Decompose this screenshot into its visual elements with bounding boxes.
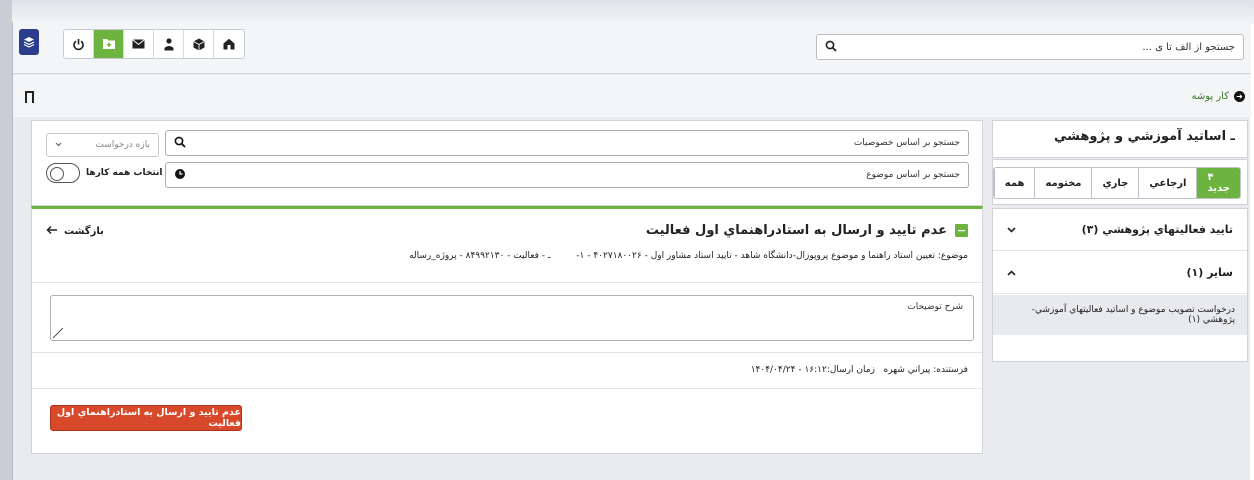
mail-icon[interactable]	[124, 30, 154, 58]
status-tabs: ۴ جديد ارجاعي جاري مختومه همه	[992, 167, 1241, 199]
tab-new[interactable]: ۴ جديد	[1196, 168, 1240, 198]
app-window: جستجو از الف تا ی ... ➜ کار پوشه ـ اساتی…	[12, 22, 1251, 480]
task-card: − عدم تاييد و ارسال به استادراهنماي اول …	[31, 206, 983, 454]
global-search-placeholder: جستجو از الف تا ی ...	[1142, 41, 1235, 53]
top-toolbar: جستجو از الف تا ی ...	[13, 22, 1251, 74]
sidebar-title: ـ اساتید آموزشي و پژوهشي	[992, 120, 1248, 158]
search-properties-placeholder: جستجو بر اساس خصوصيات	[853, 138, 960, 148]
task-card-header: − عدم تاييد و ارسال به استادراهنماي اول …	[32, 209, 982, 283]
search-icon[interactable]	[825, 40, 837, 55]
category-sub-item[interactable]: درخواست تصويب موضوع و اساتيد فعاليتهاي آ…	[993, 295, 1247, 335]
breadcrumb[interactable]: ➜ کار پوشه	[1191, 91, 1245, 102]
layers-icon[interactable]	[19, 29, 39, 55]
search-subject-input[interactable]: جستجو بر اساس موضوع	[165, 162, 969, 188]
chevron-up-icon	[1007, 266, 1016, 279]
toolbar-button-group	[63, 29, 245, 59]
tab-closed[interactable]: مختومه	[1034, 168, 1092, 198]
resize-handle-icon[interactable]	[53, 328, 63, 338]
description-section: شرح توضيحات	[32, 283, 982, 353]
category-label: تاييد فعاليتهاي پژوهشي (۳)	[1081, 223, 1233, 236]
description-textarea[interactable]: شرح توضيحات	[50, 295, 974, 341]
breadcrumb-label: کار پوشه	[1191, 91, 1229, 102]
chevron-down-icon	[55, 140, 62, 150]
back-button[interactable]: بازگشت	[46, 225, 104, 238]
reject-and-send-button[interactable]: عدم تاييد و ارسال به استادراهنماي اول فع…	[50, 405, 242, 431]
arrow-left-icon	[46, 225, 58, 238]
request-range-select[interactable]: بازه درخواست	[46, 133, 159, 157]
bookmark-icon[interactable]	[25, 91, 34, 103]
user-icon[interactable]	[154, 30, 184, 58]
search-subject-placeholder: جستجو بر اساس موضوع	[866, 170, 960, 180]
power-icon[interactable]	[64, 30, 94, 58]
select-all-label: انتخاب همه کارها	[86, 168, 163, 178]
cube-icon[interactable]	[184, 30, 214, 58]
category-label: ساير (۱)	[1186, 266, 1233, 279]
search-properties-input[interactable]: جستجو بر اساس خصوصيات	[165, 130, 969, 156]
category-other[interactable]: ساير (۱)	[993, 252, 1247, 294]
sub-header: ➜ کار پوشه	[13, 75, 1251, 117]
arrow-circle-icon: ➜	[1234, 91, 1245, 102]
request-range-value: بازه درخواست	[95, 140, 150, 150]
task-subject: موضوع: تعيين استاد راهنما و موضوع پروپوز…	[409, 251, 968, 261]
select-all-toggle[interactable]	[46, 163, 80, 183]
folder-add-icon[interactable]	[94, 30, 124, 58]
tab-referred[interactable]: ارجاعي	[1138, 168, 1197, 198]
collapse-icon[interactable]: −	[955, 224, 968, 237]
window-frame-left	[0, 0, 12, 480]
clock-icon[interactable]	[174, 168, 186, 183]
category-list: تاييد فعاليتهاي پژوهشي (۳) ساير (۱) درخو…	[992, 208, 1248, 362]
chevron-down-icon	[1007, 223, 1016, 236]
home-icon[interactable]	[214, 30, 244, 58]
select-all-row: انتخاب همه کارها	[46, 163, 162, 183]
sender-meta: فرستنده: پيراني شهره زمان ارسال:۱۶:۱۲ - …	[750, 365, 968, 375]
sidebar-tabs-box: ۴ جديد ارجاعي جاري مختومه همه	[992, 159, 1248, 205]
back-label: بازگشت	[64, 226, 104, 237]
tab-all[interactable]: همه	[993, 168, 1035, 198]
search-icon[interactable]	[174, 136, 186, 151]
description-placeholder: شرح توضيحات	[907, 302, 963, 312]
sender-section: فرستنده: پيراني شهره زمان ارسال:۱۶:۱۲ - …	[32, 353, 982, 389]
filter-panel: جستجو بر اساس خصوصيات جستجو بر اساس موضو…	[31, 120, 983, 206]
task-title: − عدم تاييد و ارسال به استادراهنماي اول …	[646, 223, 968, 238]
category-research-approval[interactable]: تاييد فعاليتهاي پژوهشي (۳)	[993, 209, 1247, 251]
task-title-text: عدم تاييد و ارسال به استادراهنماي اول فع…	[645, 223, 947, 238]
tab-current[interactable]: جاري	[1091, 168, 1139, 198]
window-frame-top	[12, 0, 1254, 24]
global-search-input[interactable]: جستجو از الف تا ی ...	[816, 34, 1244, 60]
